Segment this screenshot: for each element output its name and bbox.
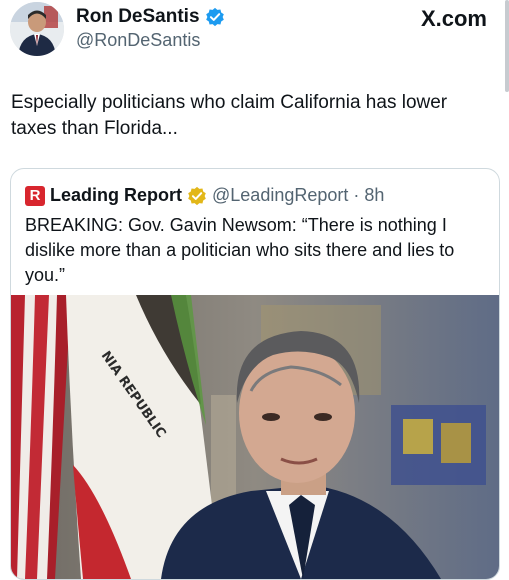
quote-timestamp[interactable]: 8h bbox=[364, 185, 384, 206]
quote-header: R Leading Report @LeadingReport · 8h bbox=[25, 185, 384, 206]
quote-text: BREAKING: Gov. Gavin Newsom: “There is n… bbox=[25, 215, 455, 285]
post-text: Especially politicians who claim Califor… bbox=[11, 92, 448, 139]
post-avatar[interactable] bbox=[10, 2, 64, 56]
quote-avatar-logo[interactable]: R bbox=[25, 185, 45, 206]
quote-media-image[interactable]: NIA REPUBLIC bbox=[11, 295, 499, 579]
site-label: X.com bbox=[420, 6, 487, 31]
avatar-photo bbox=[10, 2, 64, 56]
post-name-row: Ron DeSantis bbox=[76, 6, 225, 28]
quote-display-name[interactable]: Leading Report bbox=[50, 185, 182, 206]
quoted-post-card[interactable]: R Leading Report @LeadingReport · 8h BRE… bbox=[10, 168, 500, 580]
verified-blue-badge-icon bbox=[205, 7, 224, 27]
scrollbar[interactable] bbox=[505, 0, 509, 92]
quote-separator: · bbox=[353, 185, 360, 205]
post-handle[interactable]: @RonDeSantis bbox=[76, 30, 200, 51]
quote-handle[interactable]: @LeadingReport bbox=[212, 185, 348, 206]
post-display-name[interactable]: Ron DeSantis bbox=[76, 6, 200, 28]
verified-gold-badge-icon bbox=[188, 186, 206, 205]
